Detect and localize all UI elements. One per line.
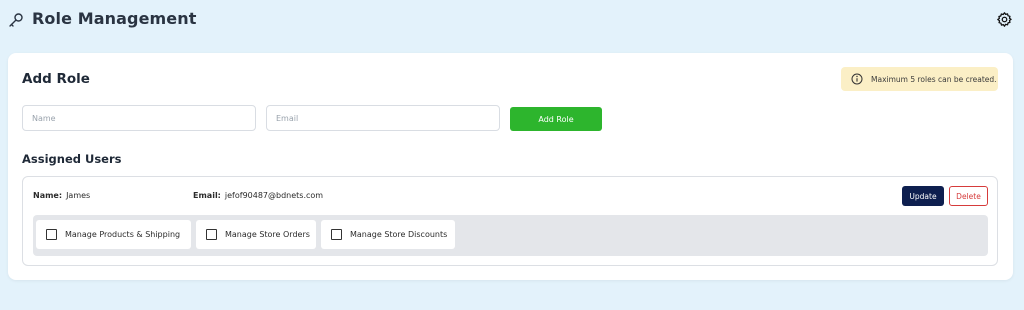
update-button[interactable]: Update	[902, 186, 944, 206]
key-icon	[9, 13, 23, 27]
permission-label: Manage Products & Shipping	[65, 230, 181, 239]
permission-manage-store-discounts[interactable]: Manage Store Discounts	[321, 220, 455, 249]
permission-label: Manage Store Orders	[225, 230, 310, 239]
assigned-user-card: Name: James Email: jefof90487@bdnets.com U…	[22, 176, 998, 266]
user-name-field: Name: James	[33, 191, 90, 200]
email-label: Email:	[193, 191, 221, 200]
delete-button[interactable]: Delete	[949, 186, 988, 206]
role-card: Add Role Maximum 5 roles can be created.…	[8, 53, 1013, 280]
gear-icon[interactable]	[996, 11, 1013, 28]
add-role-heading: Add Role	[22, 71, 90, 87]
checkbox[interactable]	[331, 229, 342, 240]
permission-manage-store-orders[interactable]: Manage Store Orders	[196, 220, 316, 249]
max-roles-notice: Maximum 5 roles can be created.	[841, 67, 998, 91]
page-title: Role Management	[32, 9, 197, 28]
add-role-button[interactable]: Add Role	[510, 107, 602, 131]
checkbox[interactable]	[206, 229, 217, 240]
user-email: jefof90487@bdnets.com	[224, 191, 324, 200]
permission-manage-products-shipping[interactable]: Manage Products & Shipping	[36, 220, 191, 249]
assigned-users-heading: Assigned Users	[22, 152, 122, 166]
notice-text: Maximum 5 roles can be created.	[871, 74, 997, 84]
checkbox[interactable]	[46, 229, 57, 240]
info-icon	[851, 73, 863, 85]
user-name: James	[66, 191, 91, 200]
name-input[interactable]	[22, 105, 256, 131]
permissions-area: Manage Products & Shipping Manage Store …	[33, 215, 988, 256]
top-bar: Role Management	[0, 0, 1024, 40]
permission-label: Manage Store Discounts	[350, 230, 448, 239]
name-label: Name:	[33, 191, 63, 200]
user-email-field: Email: jefof90487@bdnets.com	[193, 191, 323, 200]
email-input[interactable]	[266, 105, 500, 131]
